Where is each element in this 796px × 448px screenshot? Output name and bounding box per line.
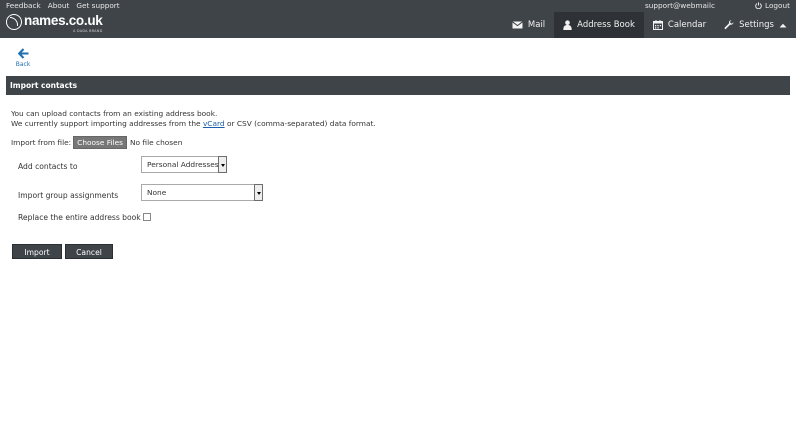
envelope-icon <box>512 21 523 29</box>
top-links: Feedback About Get support <box>6 1 120 10</box>
logout-button[interactable]: Logout <box>755 1 790 10</box>
nav-mail[interactable]: Mail <box>503 12 554 38</box>
wrench-icon <box>724 20 734 30</box>
nav-calendar-label: Calendar <box>667 20 707 30</box>
caret-up-icon <box>779 23 787 27</box>
add-to-label: Add contacts to <box>18 162 78 171</box>
logout-label: Logout <box>765 1 790 10</box>
logo-icon <box>6 14 22 30</box>
file-status: No file chosen <box>130 138 183 147</box>
main-nav: Mail Address Book Calendar Settings <box>503 12 796 38</box>
group-assignments-select-value: None <box>147 188 167 197</box>
calendar-icon <box>652 20 663 30</box>
back-button[interactable]: Back <box>13 48 33 68</box>
replace-checkbox[interactable] <box>143 213 151 221</box>
vcard-link[interactable]: vCard <box>203 119 225 128</box>
file-label: Import from file: <box>11 138 72 147</box>
nav-mail-label: Mail <box>527 20 546 30</box>
nav-settings[interactable]: Settings <box>715 12 796 38</box>
nav-address-book[interactable]: Address Book <box>554 12 644 38</box>
power-icon <box>755 2 762 9</box>
nav-settings-label: Settings <box>739 20 774 30</box>
arrow-left-icon <box>17 48 28 59</box>
description-line-1: You can upload contacts from an existing… <box>11 109 218 118</box>
groups-label: Import group assignments <box>18 191 119 200</box>
chevron-down-icon <box>254 184 263 201</box>
user-email[interactable]: support@webmailc <box>645 1 715 10</box>
description-suffix: or CSV (comma-separated) data format. <box>226 119 376 128</box>
nav-address-book-label: Address Book <box>577 20 635 30</box>
about-link[interactable]: About <box>48 1 70 10</box>
get-support-link[interactable]: Get support <box>76 1 119 10</box>
nav-calendar[interactable]: Calendar <box>644 12 715 38</box>
back-label: Back <box>15 61 31 68</box>
user-menu: support@webmailc Logout <box>645 1 790 10</box>
description-line-2: We currently support importing addresses… <box>11 119 781 129</box>
top-header: Feedback About Get support names.co.uk A… <box>0 0 796 38</box>
file-row: Import from file: Choose Files No file c… <box>11 136 182 149</box>
import-description: You can upload contacts from an existing… <box>11 109 781 129</box>
address-book-select-value: Personal Addresses <box>147 160 219 169</box>
names-logo[interactable]: names.co.uk A DADA BRAND <box>6 13 103 33</box>
choose-files-button[interactable]: Choose Files <box>73 136 128 149</box>
group-assignments-select[interactable]: None <box>141 184 263 201</box>
address-book-select[interactable]: Personal Addresses <box>141 156 227 173</box>
chevron-down-icon <box>218 156 227 173</box>
description-prefix: We currently support importing addresses… <box>11 119 201 128</box>
section-title: Import contacts <box>6 76 790 95</box>
import-button[interactable]: Import <box>12 244 62 259</box>
cancel-button[interactable]: Cancel <box>65 244 113 259</box>
feedback-link[interactable]: Feedback <box>6 1 41 10</box>
replace-label: Replace the entire address book <box>18 213 141 222</box>
person-icon <box>563 20 572 30</box>
logo-subtitle: A DADA BRAND <box>73 29 103 33</box>
logo-text: names.co.uk <box>24 13 103 28</box>
